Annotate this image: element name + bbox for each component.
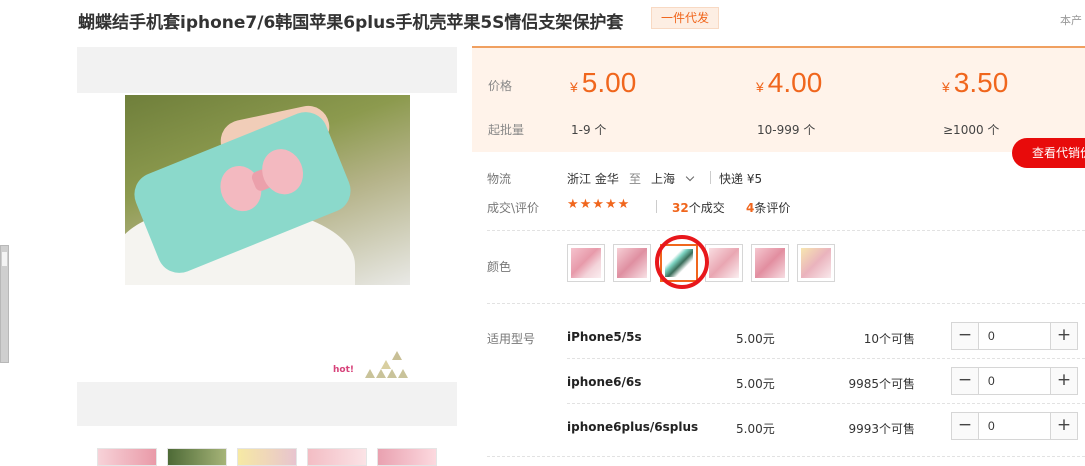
thumbnail[interactable] [97, 448, 157, 466]
divider [487, 303, 1085, 304]
ship-to-value: 上海 [651, 172, 676, 186]
color-swatch[interactable] [567, 244, 605, 282]
divider [710, 171, 711, 184]
deals-label: 成交\评价 [487, 201, 540, 215]
tier-range: 10-999 个 [757, 123, 816, 137]
decor-triangle [387, 369, 397, 378]
hot-logo: hot! [333, 365, 354, 375]
model-name: iphone6/6s [567, 375, 642, 389]
corner-link[interactable]: 本产 [1060, 12, 1082, 28]
model-stock: 9993个可售 [848, 422, 915, 436]
dropship-badge: 一件代发 [651, 7, 719, 29]
decrement-button[interactable]: − [952, 323, 979, 349]
decor-triangle [376, 369, 386, 378]
review-count[interactable]: 4条评价 [746, 199, 790, 216]
tier-range: ≥1000 个 [943, 123, 1000, 137]
model-price: 5.00元 [736, 332, 775, 346]
thumbnail[interactable] [167, 448, 227, 466]
tier-price: ¥3.50 [942, 67, 1009, 98]
deal-count[interactable]: 32个成交 [672, 199, 725, 216]
model-name: iPhone5/5s [567, 330, 642, 344]
thumbnail[interactable] [377, 448, 437, 466]
side-collapse-handle[interactable] [0, 245, 9, 363]
tier-price: ¥4.00 [756, 67, 823, 98]
view-agent-price-button[interactable]: 查看代销价 [1012, 138, 1085, 168]
model-label: 适用型号 [487, 332, 536, 346]
chevron-down-icon [685, 172, 695, 182]
model-name: iphone6plus/6splus [567, 420, 699, 434]
decor-triangle [392, 351, 402, 360]
increment-button[interactable]: + [1050, 368, 1077, 394]
color-swatch[interactable] [613, 244, 651, 282]
divider [487, 230, 1085, 231]
gallery-bottom-band [77, 382, 457, 426]
ship-from: 浙江 金华 [567, 172, 619, 186]
gallery-top-band [77, 47, 457, 93]
shipping-fee: 快递 ¥5 [719, 172, 763, 186]
thumbnail[interactable] [237, 448, 297, 466]
divider [567, 403, 1085, 404]
main-product-image[interactable] [125, 95, 410, 285]
quantity-stepper: − + [951, 367, 1078, 395]
price-panel: 价格 起批量 ¥5.00 ¥4.00 ¥3.50 1-9 个 10-999 个 … [472, 46, 1085, 152]
model-price: 5.00元 [736, 422, 775, 436]
rating-stars: ★★★★★ [567, 197, 631, 212]
divider [567, 358, 1085, 359]
color-label: 颜色 [487, 260, 512, 274]
tier-range: 1-9 个 [571, 123, 607, 137]
highlight-circle [655, 235, 709, 289]
divider [656, 200, 657, 213]
quantity-stepper: − + [951, 322, 1078, 350]
model-stock: 9985个可售 [848, 377, 915, 391]
quantity-input[interactable] [980, 413, 1050, 439]
ship-to-word: 至 [629, 172, 642, 186]
ship-to-select[interactable]: 上海 [651, 170, 695, 187]
thumbnail[interactable] [307, 448, 367, 466]
quantity-stepper: − + [951, 412, 1078, 440]
decrement-button[interactable]: − [952, 413, 979, 439]
quantity-input[interactable] [980, 323, 1050, 349]
model-price: 5.00元 [736, 377, 775, 391]
moq-label: 起批量 [488, 123, 525, 137]
quantity-input[interactable] [980, 368, 1050, 394]
divider [487, 456, 1085, 457]
color-swatch[interactable] [705, 244, 743, 282]
decrement-button[interactable]: − [952, 368, 979, 394]
decor-triangle [398, 369, 408, 378]
decor-triangle [381, 360, 391, 369]
decor-triangle [365, 369, 375, 378]
increment-button[interactable]: + [1050, 323, 1077, 349]
model-stock: 10个可售 [863, 332, 915, 346]
tier-price: ¥5.00 [570, 67, 637, 98]
logistics-label: 物流 [487, 172, 512, 186]
color-swatch[interactable] [751, 244, 789, 282]
product-title: 蝴蝶结手机套iphone7/6韩国苹果6plus手机壳苹果5S情侣支架保护套 [78, 13, 624, 33]
increment-button[interactable]: + [1050, 413, 1077, 439]
price-label: 价格 [488, 79, 513, 93]
color-swatch[interactable] [797, 244, 835, 282]
